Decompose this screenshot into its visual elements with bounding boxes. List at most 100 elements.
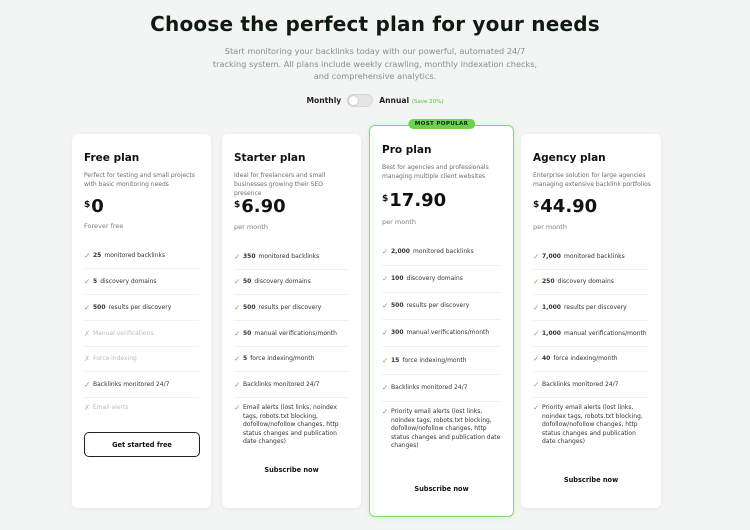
check-icon: ✓ <box>382 356 389 365</box>
plan-name: Agency plan <box>533 152 606 164</box>
feature-count: 40 <box>542 355 551 362</box>
feature-label: discovery domains <box>254 278 311 285</box>
plan-description: Best for agencies and professionals mana… <box>382 164 489 181</box>
feature-label: monitored backlinks <box>412 248 474 255</box>
feature-label: discovery domains <box>406 275 463 282</box>
feature-item: ✗ Force indexing <box>84 347 199 372</box>
feature-count: 25 <box>93 252 102 259</box>
feature-count: 15 <box>391 357 400 364</box>
feature-text: 300 manual verifications/month <box>391 329 489 338</box>
feature-item: ✓ 50 manual verifications/month <box>234 321 349 347</box>
plan-description: Ideal for freelancers and small business… <box>234 172 326 198</box>
feature-item: ✓ 100 discovery domains <box>382 266 501 293</box>
feature-text: 500 results per discovery <box>243 304 321 313</box>
feature-item: ✓ 300 manual verifications/month <box>382 320 501 347</box>
feature-label: discovery domains <box>557 278 614 285</box>
feature-item: ✓ 5 discovery domains <box>84 269 199 295</box>
cross-icon: ✗ <box>84 354 91 363</box>
page-title: Choose the perfect plan for your needs <box>150 12 600 36</box>
feature-item: ✓ Backlinks monitored 24/7 <box>533 372 649 398</box>
check-icon: ✓ <box>382 274 389 283</box>
feature-label: Force indexing <box>93 355 137 362</box>
subscribe-button[interactable]: Subscribe now <box>521 476 661 484</box>
feature-text: Priority email alerts (lost links, noind… <box>391 408 501 451</box>
check-icon: ✓ <box>533 354 540 363</box>
check-icon: ✓ <box>234 252 241 261</box>
feature-item: ✓ Priority email alerts (lost links, noin… <box>533 398 649 450</box>
feature-item: ✓ 7,000 monitored backlinks <box>533 244 649 270</box>
plan-name: Free plan <box>84 152 140 164</box>
feature-item: ✓ 2,000 monitored backlinks <box>382 239 501 266</box>
feature-item: ✓ 500 results per discovery <box>84 295 199 321</box>
feature-label: discovery domains <box>100 278 157 285</box>
check-icon: ✓ <box>533 277 540 286</box>
feature-item: ✓ 500 results per discovery <box>382 293 501 320</box>
plan-name: Pro plan <box>382 144 432 156</box>
check-icon: ✓ <box>84 277 91 286</box>
annual-label[interactable]: Annual (Save 20%) <box>379 96 443 105</box>
feature-label: Backlinks monitored 24/7 <box>542 381 619 388</box>
check-icon: ✓ <box>234 403 241 412</box>
feature-label: monitored backlinks <box>104 252 166 259</box>
feature-text: 25 monitored backlinks <box>93 252 165 261</box>
feature-item: ✓ 1,000 results per discovery <box>533 295 649 321</box>
switch-knob <box>349 96 359 105</box>
check-icon: ✓ <box>234 277 241 286</box>
plan-price: $6.90 <box>234 198 286 216</box>
feature-item: ✓ Backlinks monitored 24/7 <box>84 372 199 398</box>
feature-text: 250 discovery domains <box>542 278 614 287</box>
feature-label: force indexing/month <box>250 355 315 362</box>
price-amount: 44.90 <box>540 196 598 217</box>
cross-icon: ✗ <box>84 329 91 338</box>
feature-item: ✓ 15 force indexing/month <box>382 347 501 375</box>
plan-card-agency: Agency plan Enterprise solution for large… <box>521 134 661 508</box>
price-note: per month <box>234 223 268 231</box>
feature-item: ✓ 350 monitored backlinks <box>234 244 349 270</box>
monthly-label[interactable]: Monthly <box>306 96 341 105</box>
check-icon: ✓ <box>84 251 91 260</box>
check-icon: ✓ <box>533 252 540 261</box>
feature-count: 2,000 <box>391 248 410 255</box>
feature-label: results per discovery <box>406 302 470 309</box>
get-started-button[interactable]: Get started free <box>84 432 200 457</box>
subscribe-button[interactable]: Subscribe now <box>370 485 513 493</box>
feature-text: Email alerts (lost links, noindex tags, … <box>243 404 349 447</box>
price-note: per month <box>533 223 567 231</box>
check-icon: ✓ <box>84 380 91 389</box>
price-note: per month <box>382 218 416 226</box>
check-icon: ✓ <box>234 380 241 389</box>
feature-list: ✓ 350 monitored backlinks ✓ 50 discovery doma… <box>234 244 349 450</box>
feature-text: 50 manual verifications/month <box>243 330 337 339</box>
price-amount: 6.90 <box>241 196 286 217</box>
feature-item: ✓ Backlinks monitored 24/7 <box>234 372 349 398</box>
feature-label: monitored backlinks <box>258 253 320 260</box>
check-icon: ✓ <box>382 407 389 416</box>
feature-label: Email alerts (lost links, noindex tags, … <box>243 404 339 446</box>
page-subtitle: Start monitoring your backlinks today wi… <box>212 46 538 81</box>
feature-count: 50 <box>243 330 252 337</box>
plan-card-free: Free plan Perfect for testing and small p… <box>72 134 211 508</box>
annual-save-note: (Save 20%) <box>411 99 444 105</box>
price-amount: 0 <box>91 196 104 217</box>
check-icon: ✓ <box>234 303 241 312</box>
plan-description: Perfect for testing and small projects w… <box>84 172 195 189</box>
price-note: Forever free <box>84 222 124 230</box>
feature-item: ✓ 25 monitored backlinks <box>84 244 199 269</box>
most-popular-badge: MOST POPULAR <box>407 119 476 129</box>
feature-text: 500 results per discovery <box>391 302 469 311</box>
feature-text: Force indexing <box>93 355 137 364</box>
plan-price: $17.90 <box>382 192 446 210</box>
feature-item: ✓ 1,000 manual verifications/month <box>533 321 649 347</box>
feature-label: Priority email alerts (lost links, noind… <box>391 408 501 450</box>
feature-item: ✓ Priority email alerts (lost links, noin… <box>382 402 501 456</box>
feature-text: Backlinks monitored 24/7 <box>243 381 319 390</box>
plan-card-starter: Starter plan Ideal for freelancers and sm… <box>222 134 361 508</box>
check-icon: ✓ <box>84 303 91 312</box>
subscribe-button[interactable]: Subscribe now <box>222 466 361 474</box>
billing-switch[interactable] <box>347 94 374 107</box>
feature-count: 300 <box>391 329 404 336</box>
feature-item: ✗ Email alerts <box>84 398 199 423</box>
feature-count: 5 <box>243 355 248 362</box>
price-currency: $ <box>84 200 91 210</box>
check-icon: ✓ <box>533 380 540 389</box>
